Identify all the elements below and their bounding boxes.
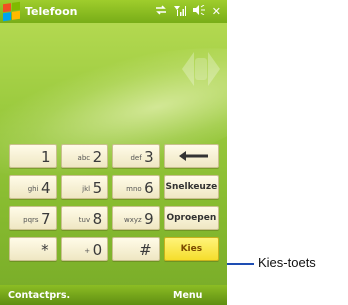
- windows-start-icon[interactable]: [3, 1, 20, 22]
- dial-keypad: 1 abc 2 def 3 ghi 4 jkl 5 mno 6 Snelkeuze pqr…: [9, 144, 219, 268]
- speed-dial-button[interactable]: Snelkeuze: [163, 175, 219, 199]
- key-hash[interactable]: #: [112, 237, 160, 261]
- key-1[interactable]: 1: [9, 144, 57, 168]
- key-2[interactable]: abc 2: [60, 144, 109, 168]
- key-6[interactable]: mno 6: [112, 175, 160, 199]
- volume-icon[interactable]: [192, 4, 205, 18]
- signal-strength-icon[interactable]: [173, 5, 186, 19]
- backspace-arrow-icon: [178, 151, 208, 161]
- window-title: Telefoon: [25, 5, 78, 18]
- contacts-softkey[interactable]: Contactprs.: [8, 290, 70, 301]
- title-bar: Telefoon ✕: [0, 0, 227, 23]
- backspace-button[interactable]: [163, 144, 219, 168]
- phone-screen: Telefoon ✕ 1 abc 2 def 3 ghi 4 jkl 5 mno…: [0, 0, 227, 305]
- menu-softkey[interactable]: Menu: [173, 290, 202, 301]
- call-history-button[interactable]: Oproepen: [163, 206, 219, 230]
- call-button[interactable]: Kies: [163, 237, 219, 261]
- key-0[interactable]: +0: [60, 237, 109, 261]
- key-9[interactable]: wxyz 9: [112, 206, 160, 230]
- connectivity-icon[interactable]: [155, 5, 167, 18]
- callout-label: Kies-toets: [258, 255, 316, 270]
- key-5[interactable]: jkl 5: [60, 175, 109, 199]
- soft-key-bar: Contactprs. Menu: [0, 285, 227, 305]
- callout-line: [227, 263, 254, 265]
- key-star[interactable]: *: [9, 237, 57, 261]
- dialer-scroll-arrows-icon[interactable]: [180, 50, 222, 88]
- key-8[interactable]: tuv 8: [60, 206, 109, 230]
- key-7[interactable]: pqrs 7: [9, 206, 57, 230]
- key-4[interactable]: ghi 4: [9, 175, 57, 199]
- key-3[interactable]: def 3: [112, 144, 160, 168]
- close-icon[interactable]: ✕: [212, 5, 221, 18]
